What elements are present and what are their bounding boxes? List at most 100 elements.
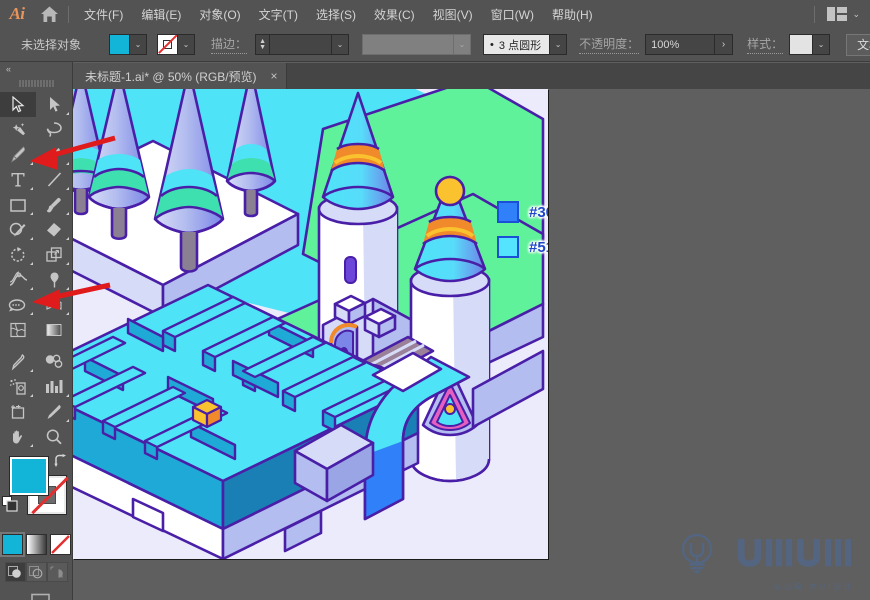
- default-fill-stroke-icon[interactable]: [2, 496, 19, 518]
- document-tab[interactable]: 未标题-1.ai* @ 50% (RGB/预览) ×: [73, 63, 287, 89]
- draw-behind-button[interactable]: [25, 562, 47, 582]
- tools-panel-collapse-icon[interactable]: «: [0, 62, 72, 76]
- brush-definition-value[interactable]: • 3 点圆形: [483, 34, 551, 55]
- workspace-switcher-button[interactable]: ⌄: [827, 7, 860, 21]
- draw-behind-icon: [29, 565, 43, 578]
- screen-mode-button[interactable]: [0, 592, 72, 600]
- tool-perspective-grid[interactable]: [36, 292, 72, 317]
- menu-file[interactable]: 文件(F): [75, 2, 132, 27]
- app-logo-icon: Ai: [9, 4, 25, 23]
- stroke-weight-control[interactable]: ▲ ▼ ⌄: [255, 34, 350, 55]
- stroke-color-control[interactable]: ⌄: [157, 34, 196, 55]
- tool-mesh[interactable]: [0, 317, 36, 342]
- stroke-weight-chevron-down-icon[interactable]: ⌄: [332, 34, 350, 55]
- stroke-weight-stepper[interactable]: ▲ ▼: [255, 34, 271, 55]
- menu-help[interactable]: 帮助(H): [543, 2, 602, 27]
- opacity-label: 不透明度：: [579, 35, 640, 54]
- perspective-grid-icon: [46, 298, 62, 310]
- menu-edit[interactable]: 编辑(E): [132, 2, 190, 27]
- close-icon[interactable]: ×: [271, 70, 278, 82]
- home-icon[interactable]: [34, 0, 64, 28]
- fill-color-box[interactable]: [9, 456, 49, 496]
- tool-eraser[interactable]: [36, 217, 72, 242]
- tool-paintbrush[interactable]: [36, 192, 72, 217]
- stroke-swatch[interactable]: [157, 34, 179, 55]
- gradient-icon: [46, 323, 62, 336]
- brush-bullet-icon: •: [490, 38, 494, 51]
- tools-divider-1: [0, 342, 73, 349]
- fill-swatch-color: [110, 35, 130, 54]
- fill-color-control[interactable]: ⌄: [109, 34, 148, 55]
- variable-width-profile-control: ⌄: [362, 34, 472, 55]
- tool-rectangle[interactable]: [0, 192, 36, 217]
- swap-fill-stroke-icon[interactable]: [53, 454, 68, 473]
- menu-window[interactable]: 窗口(W): [482, 2, 543, 27]
- tool-type[interactable]: [0, 167, 36, 192]
- brush-definition-control[interactable]: • 3 点圆形 ⌄: [483, 34, 568, 55]
- mesh-icon: [10, 322, 26, 337]
- tool-lasso[interactable]: [36, 117, 72, 142]
- stroke-weight-input[interactable]: [270, 34, 333, 55]
- fill-swatch[interactable]: [109, 34, 131, 55]
- shaper-icon: [9, 222, 26, 236]
- symbol-sprayer-icon: [9, 378, 26, 395]
- mode-gradient-button[interactable]: [25, 534, 47, 555]
- menu-view[interactable]: 视图(V): [424, 2, 482, 27]
- tool-rotate[interactable]: [0, 242, 36, 267]
- tool-curvature[interactable]: [36, 142, 72, 167]
- variable-width-chevron-down-icon: ⌄: [454, 34, 472, 55]
- tool-free-transform[interactable]: [36, 267, 72, 292]
- stroke-dropdown-chevron-down-icon[interactable]: ⌄: [178, 34, 196, 55]
- opacity-expand-arrow-icon[interactable]: ›: [715, 34, 734, 55]
- mode-color-button[interactable]: [0, 532, 25, 557]
- tool-magic-wand[interactable]: [0, 117, 36, 142]
- tool-blend[interactable]: [36, 349, 72, 374]
- brush-definition-chevron-down-icon[interactable]: ⌄: [550, 34, 568, 55]
- graphic-style-chevron-down-icon[interactable]: ⌄: [813, 34, 831, 55]
- tool-artboard[interactable]: [0, 399, 36, 424]
- color-mode-row: [0, 532, 72, 557]
- tool-eyedropper[interactable]: [0, 349, 36, 374]
- tool-shaper[interactable]: [0, 217, 36, 242]
- menu-type[interactable]: 文字(T): [250, 2, 307, 27]
- tool-pen[interactable]: [0, 142, 36, 167]
- tool-direct-selection[interactable]: [36, 92, 72, 117]
- tool-zoom[interactable]: [36, 424, 72, 449]
- brush-definition-label: 3 点圆形: [498, 39, 542, 52]
- tool-symbol-sprayer[interactable]: [0, 374, 36, 399]
- tool-column-graph[interactable]: [36, 374, 72, 399]
- opacity-control[interactable]: 100% ›: [645, 34, 734, 55]
- tool-scale[interactable]: [36, 242, 72, 267]
- color-label-secondary: #51E5FE: [497, 236, 548, 258]
- tools-panel-grip[interactable]: [18, 77, 54, 89]
- screen-mode-icon: [31, 593, 50, 600]
- menu-effect[interactable]: 效果(C): [365, 2, 424, 27]
- illustrator-window: Ai 文件(F) 编辑(E) 对象(O) 文字(T) 选择(S) 效果(C) 视…: [0, 0, 870, 600]
- artboard-icon: [10, 404, 24, 419]
- opacity-input[interactable]: 100%: [645, 34, 716, 55]
- none-swatch-icon: [158, 35, 178, 54]
- document-setup-button[interactable]: 文档设置: [846, 33, 870, 56]
- graphic-style-swatch[interactable]: [789, 34, 814, 55]
- graphic-style-control[interactable]: ⌄: [789, 34, 831, 55]
- mode-none-button[interactable]: [49, 534, 71, 555]
- tool-hand[interactable]: [0, 424, 36, 449]
- tool-slice[interactable]: [36, 399, 72, 424]
- draw-inside-button[interactable]: [46, 562, 68, 582]
- width-icon: [9, 271, 27, 286]
- menu-object[interactable]: 对象(O): [190, 2, 249, 27]
- draw-normal-button[interactable]: [4, 562, 26, 582]
- tool-width[interactable]: [0, 267, 36, 292]
- canvas-area[interactable]: #3085FE #51E5FE: [73, 89, 870, 600]
- tool-shape-builder[interactable]: [0, 292, 36, 317]
- color-label-primary: #3085FE: [497, 201, 548, 223]
- direct-selection-arrow-icon: [49, 97, 60, 112]
- fill-dropdown-chevron-down-icon[interactable]: ⌄: [130, 34, 148, 55]
- draw-normal-icon: [8, 565, 21, 578]
- tool-gradient[interactable]: [36, 317, 72, 342]
- stroke-weight-label: 描边：: [211, 35, 248, 54]
- artboard[interactable]: #3085FE #51E5FE: [73, 89, 548, 559]
- tool-selection[interactable]: [0, 92, 36, 117]
- menu-select[interactable]: 选择(S): [307, 2, 365, 27]
- tool-line-segment[interactable]: [36, 167, 72, 192]
